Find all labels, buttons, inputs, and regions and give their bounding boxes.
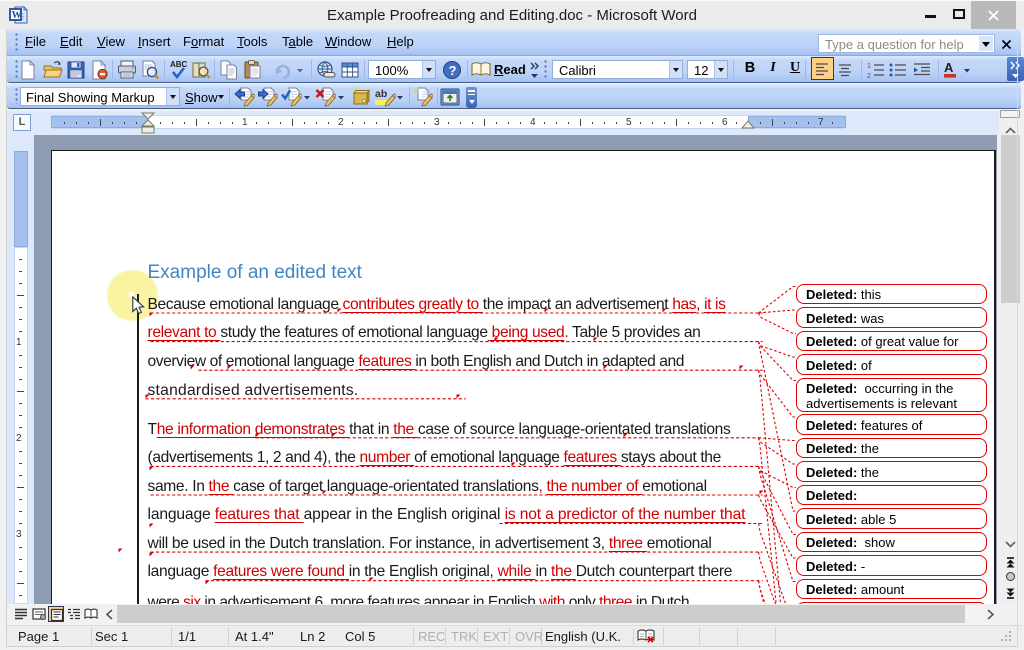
svg-text:2: 2 (867, 73, 871, 80)
svg-text:ABC: ABC (170, 60, 188, 69)
svg-text:?: ? (449, 63, 457, 78)
svg-text:A: A (944, 60, 954, 75)
svg-text:1: 1 (867, 63, 871, 70)
svg-text:ab: ab (375, 88, 387, 100)
